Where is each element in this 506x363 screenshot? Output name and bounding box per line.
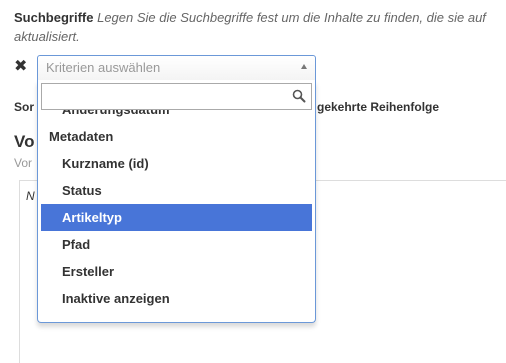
caret-up-icon — [301, 64, 307, 69]
option-inaktive-anzeigen[interactable]: Inaktive anzeigen — [41, 285, 312, 312]
preview-panel-text: N — [26, 189, 35, 203]
criteria-search-input[interactable] — [42, 84, 311, 109]
criteria-dropdown: Änderungsdatum Metadaten Kurzname (id) S… — [37, 80, 316, 323]
option-aenderungsdatum[interactable]: Änderungsdatum — [41, 110, 312, 123]
search-terms-label: Suchbegriffe — [14, 10, 94, 25]
sort-label: Sor — [14, 100, 35, 114]
criteria-select[interactable]: Kriterien auswählen — [37, 55, 316, 81]
search-terms-description: Legen Sie die Suchbegriffe fest um die I… — [97, 10, 486, 25]
option-artikeltyp[interactable]: Artikeltyp — [41, 204, 312, 231]
search-terms-help: Suchbegriffe Legen Sie die Suchbegriffe … — [14, 8, 506, 28]
sort-order-label: gekehrte Reihenfolge — [317, 100, 440, 114]
criteria-select-placeholder: Kriterien auswählen — [46, 60, 161, 75]
section-subtext: Vor — [14, 156, 33, 170]
option-status[interactable]: Status — [41, 177, 312, 204]
option-pfad[interactable]: Pfad — [41, 231, 312, 258]
search-terms-description-cont: aktualisiert. — [14, 29, 80, 44]
criteria-results: Änderungsdatum Metadaten Kurzname (id) S… — [41, 110, 312, 320]
remove-criterion-icon[interactable]: ✖ — [14, 58, 30, 76]
option-ersteller[interactable]: Ersteller — [41, 258, 312, 285]
group-metadaten: Metadaten — [49, 129, 114, 144]
criteria-search — [41, 83, 312, 110]
search-icon — [292, 89, 306, 103]
option-kurzname[interactable]: Kurzname (id) — [41, 150, 312, 177]
section-heading: Vo — [14, 132, 35, 151]
